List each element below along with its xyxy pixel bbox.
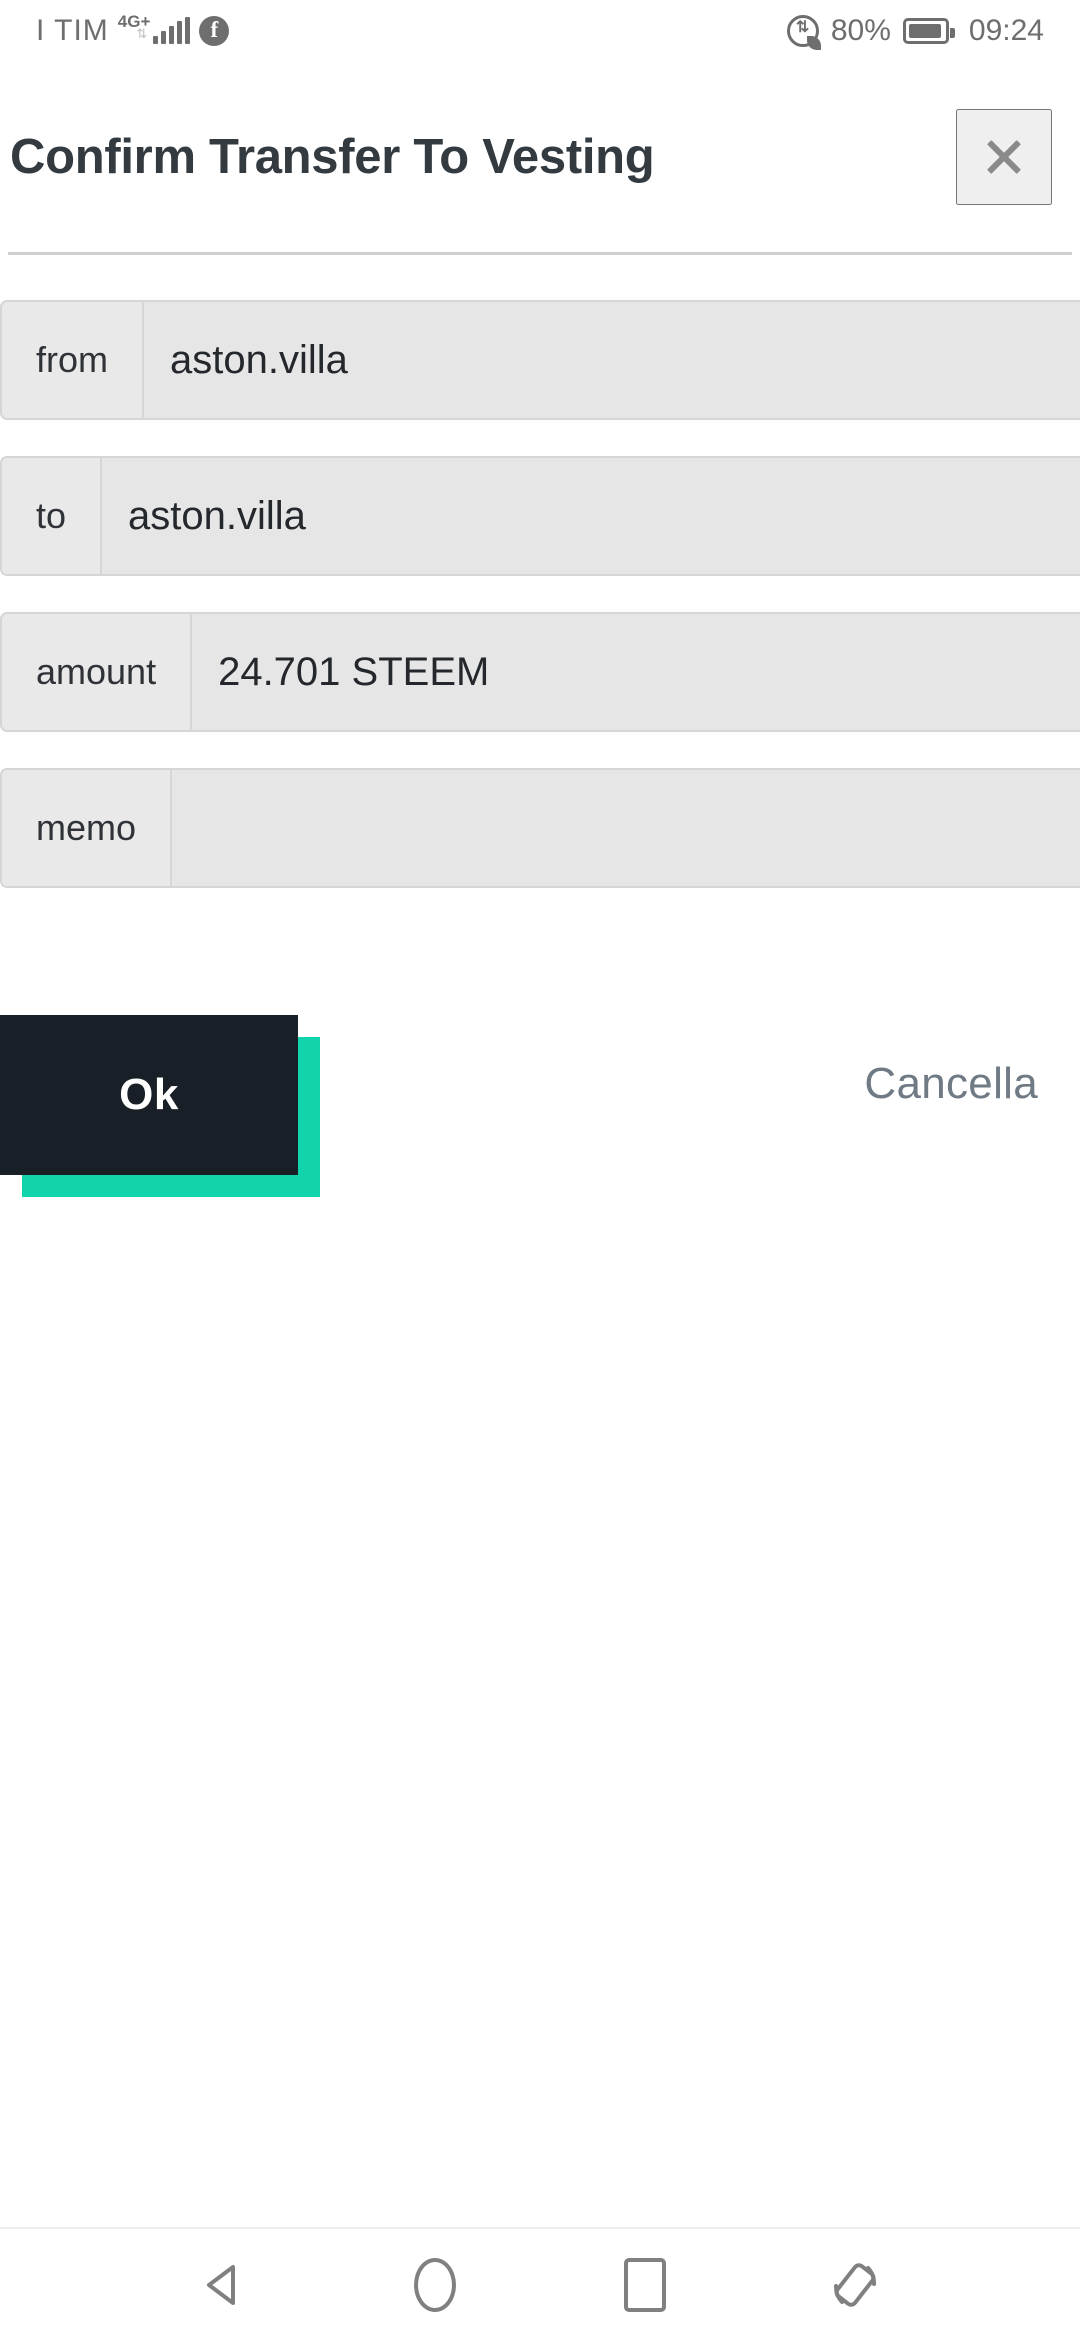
rotate-screen-icon[interactable]: [807, 2237, 903, 2333]
signal-strength-bars: [153, 17, 191, 44]
status-bar-left: I TIM 4G+ ⇅ f: [36, 12, 230, 48]
facebook-icon: f: [199, 16, 230, 46]
field-value-amount[interactable]: 24.701 STEEM: [192, 614, 1080, 730]
field-label-memo: memo: [2, 770, 173, 886]
field-row-from[interactable]: from aston.villa: [0, 300, 1080, 420]
carrier-label: I TIM: [36, 14, 109, 47]
field-row-amount[interactable]: amount 24.701 STEEM: [0, 612, 1080, 732]
field-label-to: to: [2, 458, 103, 574]
close-icon[interactable]: [956, 109, 1052, 205]
battery-icon: [902, 18, 955, 44]
status-bar: I TIM 4G+ ⇅ f ⇅ 80% 09:24: [0, 0, 1080, 62]
field-value-from[interactable]: aston.villa: [144, 302, 1080, 418]
field-label-amount: amount: [2, 614, 193, 730]
header-divider: [8, 252, 1072, 255]
recents-square-icon[interactable]: [597, 2237, 693, 2333]
cancel-button[interactable]: Cancella: [864, 1059, 1038, 1109]
page-title: Confirm Transfer To Vesting: [10, 130, 655, 184]
transfer-form: from aston.villa to aston.villa amount 2…: [0, 300, 1080, 924]
confirm-button-label: Ok: [119, 1070, 179, 1119]
field-value-memo[interactable]: [172, 770, 1080, 886]
home-circle-icon[interactable]: [387, 2237, 483, 2333]
battery-percent-label: 80%: [830, 14, 891, 47]
field-value-to[interactable]: aston.villa: [102, 458, 1080, 574]
back-triangle-icon[interactable]: [177, 2237, 273, 2333]
data-arrows-icon: ⇅: [136, 26, 148, 41]
data-saver-icon: ⇅: [786, 15, 821, 50]
confirm-button-wrap: Ok: [0, 1015, 320, 1197]
dialog-header: Confirm Transfer To Vesting: [0, 62, 1080, 252]
dialog-actions: Ok Cancella: [0, 1015, 1080, 1197]
status-bar-right: ⇅ 80% 09:24: [786, 14, 1044, 50]
field-row-memo[interactable]: memo: [0, 768, 1080, 888]
phone-screen: I TIM 4G+ ⇅ f ⇅ 80% 09:24 Confirm Transf…: [0, 0, 1080, 2340]
field-row-to[interactable]: to aston.villa: [0, 456, 1080, 576]
clock-label: 09:24: [968, 14, 1044, 47]
android-navigation-bar: [0, 2227, 1080, 2340]
confirm-button[interactable]: Ok: [0, 1015, 298, 1175]
signal-bars-icon: 4G+ ⇅: [118, 12, 191, 44]
field-label-from: from: [2, 302, 144, 418]
